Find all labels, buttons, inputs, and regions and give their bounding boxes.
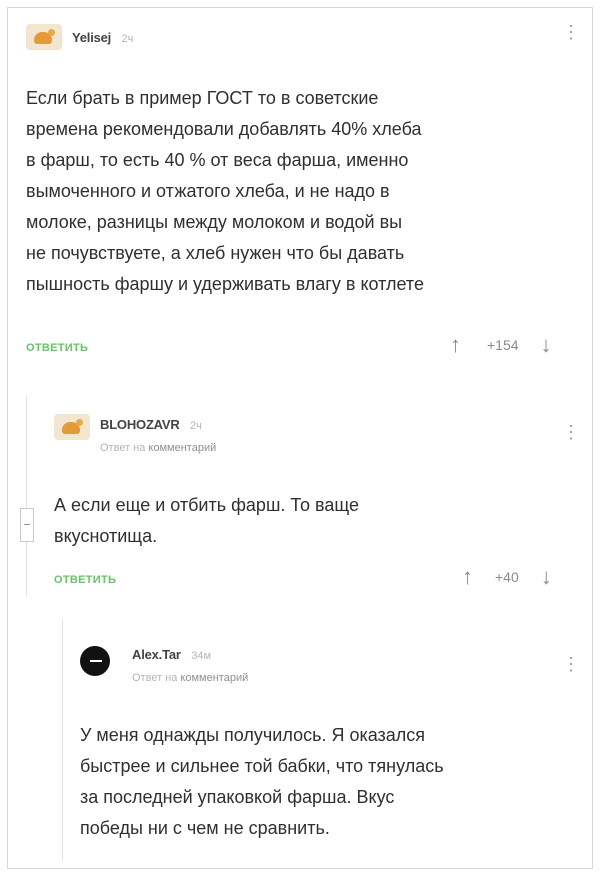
avatar[interactable] [54,414,90,440]
reply-button[interactable]: ОТВЕТИТЬ [26,342,88,354]
avatar[interactable] [26,24,62,50]
more-vertical-icon[interactable]: ⋮ [562,22,580,43]
collapse-thread-button[interactable] [20,508,34,542]
rating-value: +154 [487,337,519,353]
more-vertical-icon[interactable]: ⋮ [562,654,580,675]
comment-header: BLOHOZAVR 2ч Ответ на комментарий [54,414,216,454]
comment-time: 2ч [190,420,202,432]
reply-to-label: Ответ на комментарий [100,442,216,454]
thread-line [62,620,63,860]
thread-line [26,396,27,596]
reply-button[interactable]: ОТВЕТИТЬ [54,574,116,586]
comment-header: Yelisej 2ч [26,24,133,50]
comment-header: Alex.Tar 34м Ответ на комментарий [80,646,248,684]
more-vertical-icon[interactable]: ⋮ [562,422,580,443]
author-name[interactable]: Alex.Tar [132,647,181,662]
arrow-down-icon[interactable]: ↓ [541,334,552,356]
reply-to-link[interactable]: комментарий [180,672,248,684]
arrow-up-icon[interactable]: ↑ [450,334,461,356]
rating-value: +40 [495,569,519,585]
author-name[interactable]: Yelisej [72,30,111,45]
arrow-up-icon[interactable]: ↑ [462,566,473,588]
reply-to-label: Ответ на комментарий [132,672,248,684]
comment-time: 34м [191,650,212,662]
comment-time: 2ч [121,33,134,45]
comment-text: У меня однажды получилось. Я оказался бы… [80,725,444,838]
reply-to-link[interactable]: комментарий [148,442,216,454]
vote-controls: ↑ +40 ↓ [462,566,552,588]
avatar[interactable] [80,646,110,676]
author-name[interactable]: BLOHOZAVR [100,417,180,432]
reply-to-prefix: Ответ на [100,442,146,454]
vote-controls: ↑ +154 ↓ [450,334,552,356]
arrow-down-icon[interactable]: ↓ [541,566,552,588]
comment-text: Если брать в пример ГОСТ то в советские … [26,88,424,294]
comment-text: А если еще и отбить фарш. То ваще вкусно… [54,495,359,546]
reply-to-prefix: Ответ на [132,672,178,684]
